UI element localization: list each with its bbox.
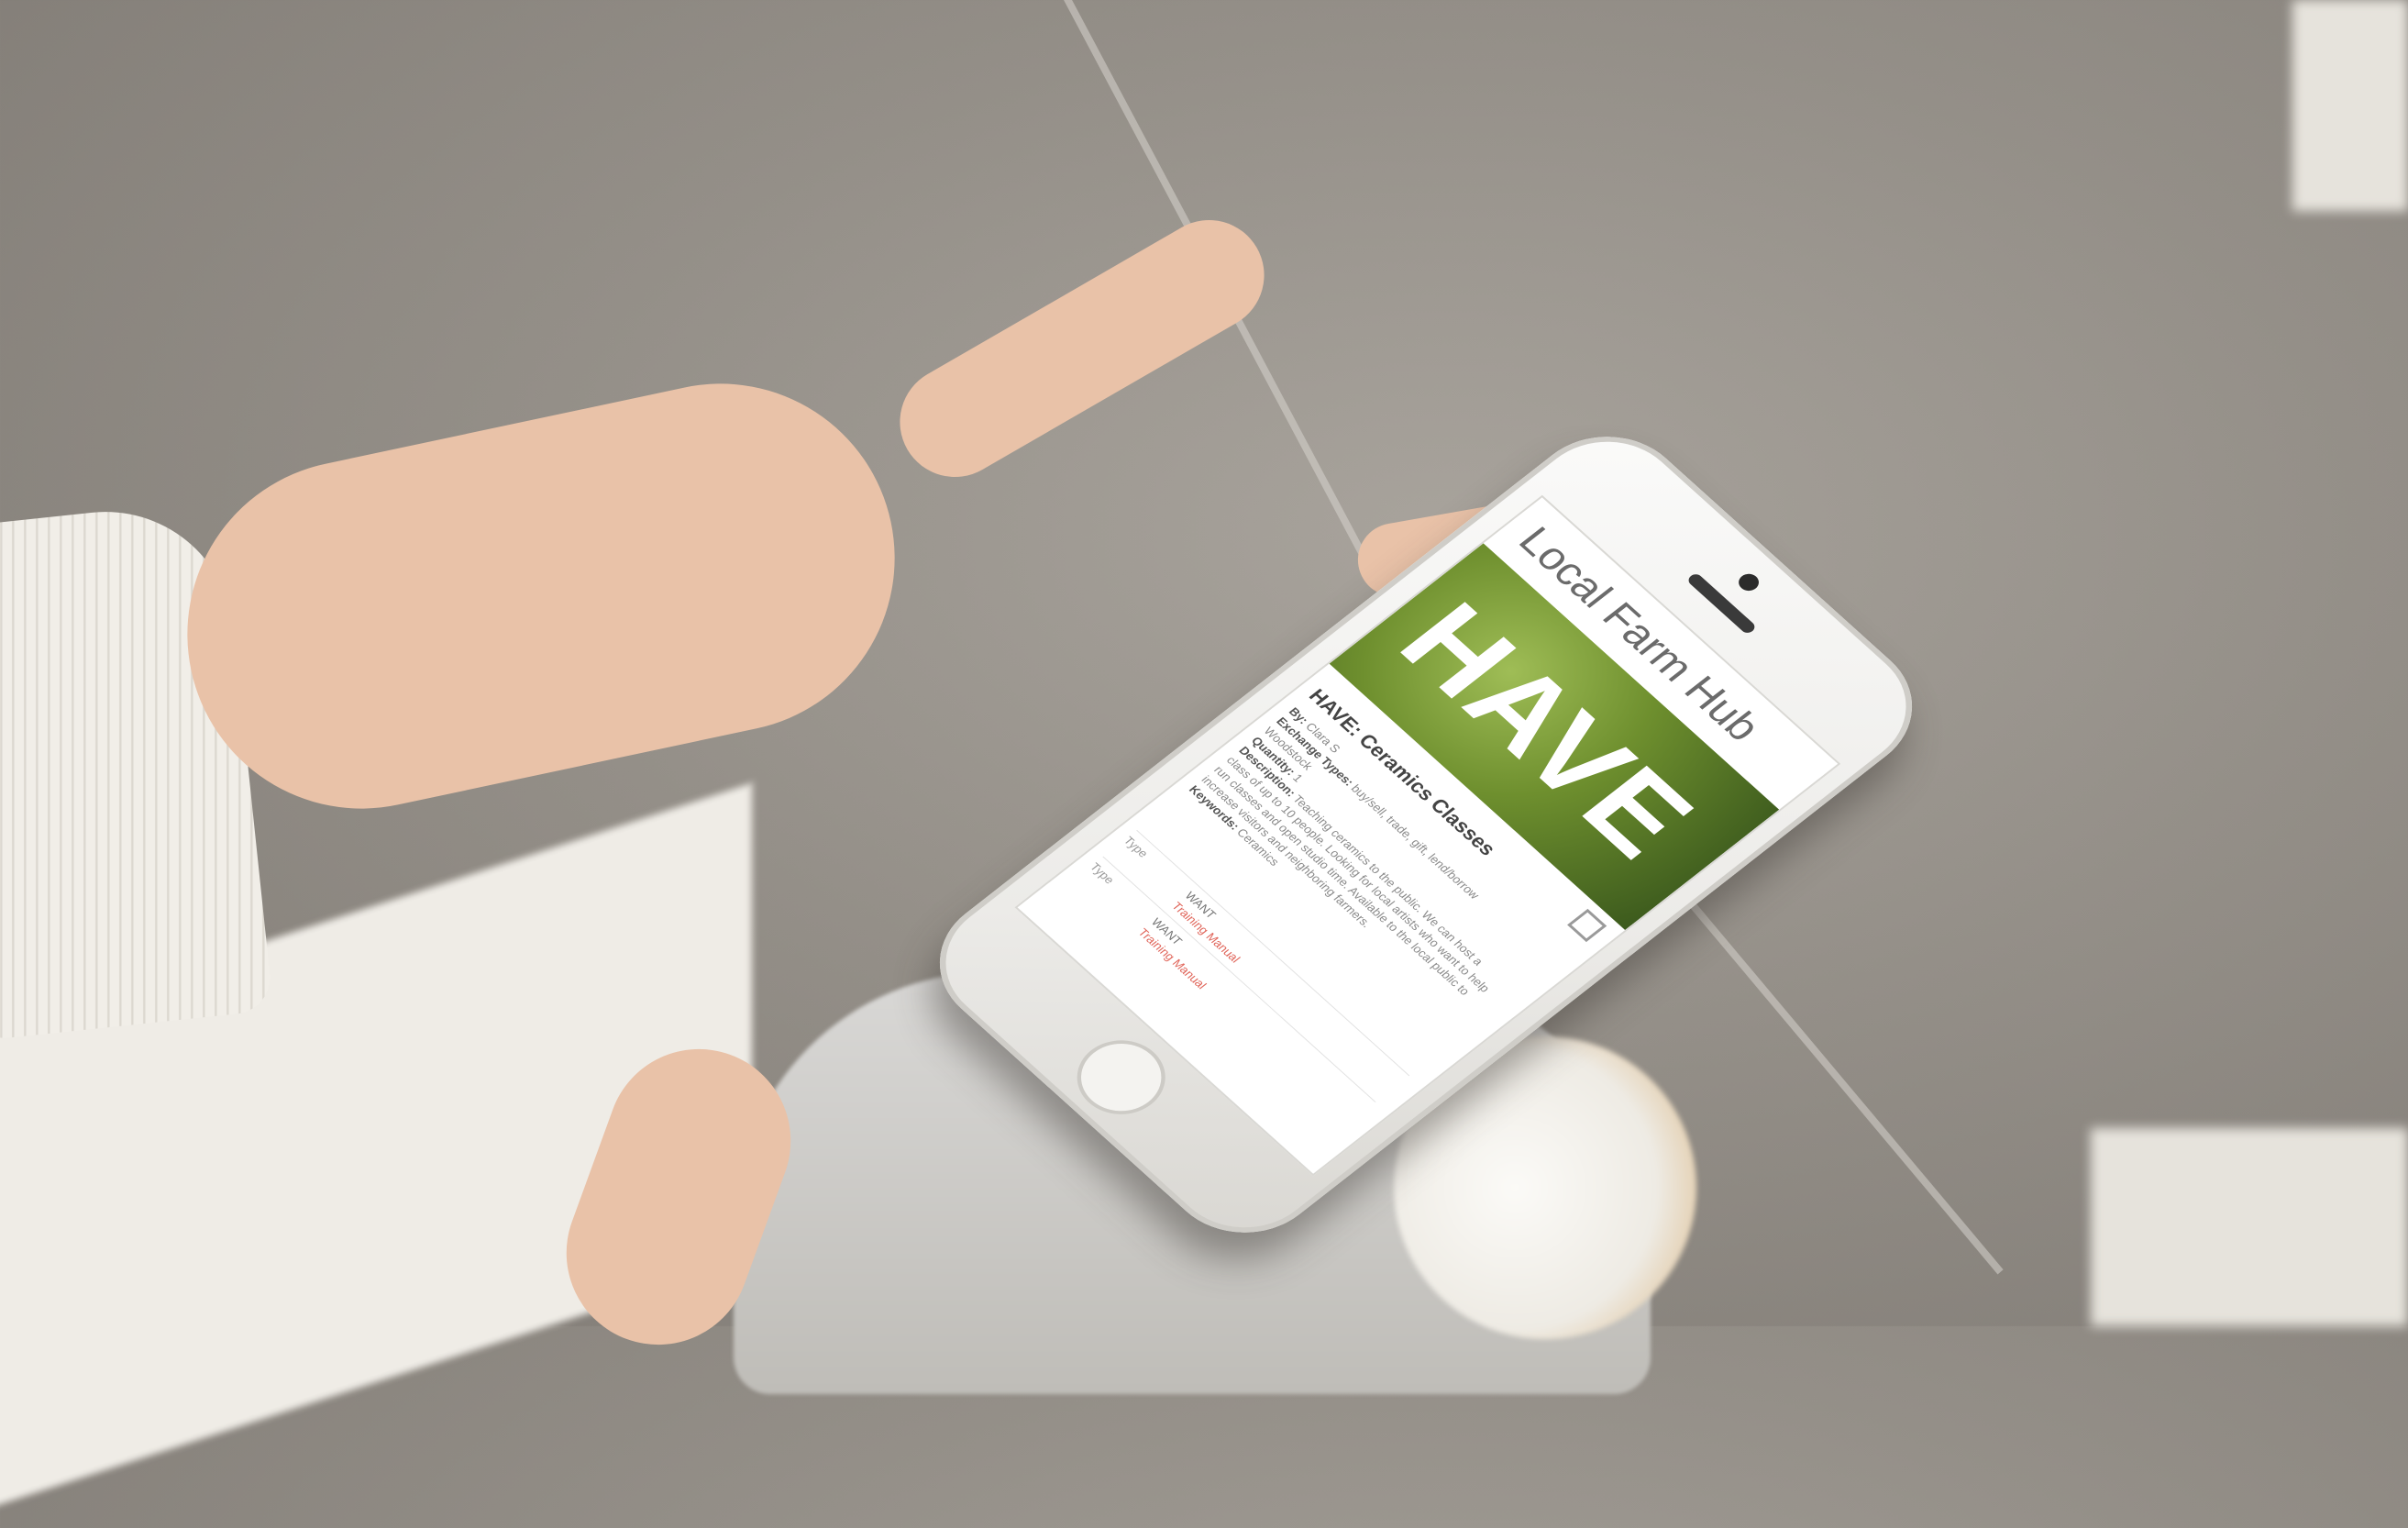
holding-hand [155, 351, 927, 841]
background-light-panel [2091, 1128, 2408, 1326]
background-light-panel [2292, 0, 2408, 211]
thumb [879, 200, 1285, 497]
photo-scene: Local Farm Hub HAVE HAVE: Ceramics Class… [0, 0, 2408, 1528]
front-camera [1734, 570, 1763, 594]
